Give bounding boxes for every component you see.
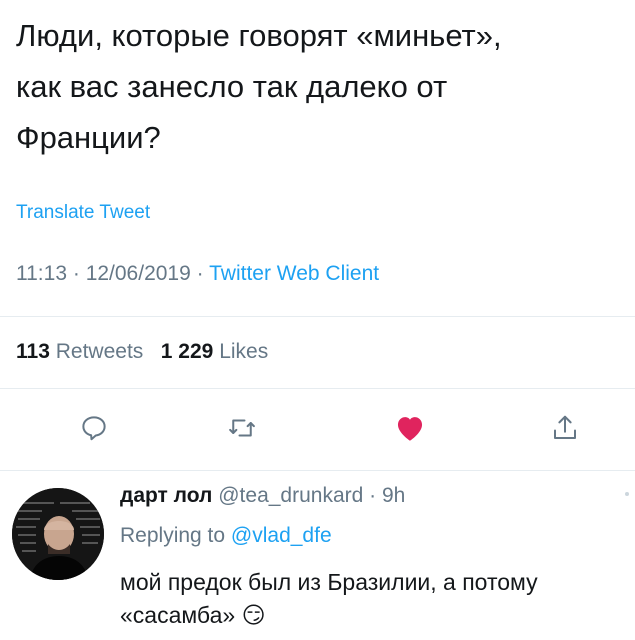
heart-icon	[397, 417, 423, 441]
likes-stat[interactable]: 1 229 Likes	[161, 340, 268, 363]
share-button[interactable]	[545, 408, 585, 448]
retweets-label: Retweets	[55, 340, 144, 363]
likes-label: Likes	[219, 340, 269, 363]
divider	[0, 388, 635, 389]
likes-count: 1 229	[160, 340, 214, 363]
replying-to: Replying to @vlad_dfe	[120, 524, 332, 548]
reply-text: мой предок был из Бразилии, а потому «са…	[120, 566, 630, 632]
smirk-emoji-icon: 😏	[241, 602, 266, 628]
meta-separator: ·	[369, 484, 377, 507]
avatar[interactable]	[12, 488, 104, 580]
meta-separator: ·	[196, 262, 204, 285]
tweet-client-link[interactable]: Twitter Web Client	[209, 262, 379, 285]
retweets-count: 113	[16, 340, 50, 363]
replying-handle-link[interactable]: @vlad_dfe	[231, 524, 332, 547]
avatar-image	[12, 488, 104, 580]
more-options-icon[interactable]	[625, 492, 629, 496]
divider	[0, 316, 635, 317]
translate-tweet-link[interactable]: Translate Tweet	[16, 202, 150, 224]
retweet-button[interactable]	[222, 408, 262, 448]
reply-author-name[interactable]: дарт лол	[120, 484, 212, 507]
reply-author-handle[interactable]: @tea_drunkard	[218, 484, 363, 507]
replying-prefix: Replying to	[120, 524, 226, 547]
share-icon	[554, 415, 576, 439]
tweet-actions	[0, 408, 635, 452]
reply-icon	[82, 416, 106, 441]
tweet-stats: 113 Retweets 1 229 Likes	[16, 340, 268, 364]
retweets-stat[interactable]: 113 Retweets	[16, 340, 143, 363]
meta-separator: ·	[72, 262, 80, 285]
retweet-icon	[229, 419, 255, 437]
reply-header: дарт лол @tea_drunkard · 9h	[120, 484, 405, 508]
tweet-meta: 11:13 · 12/06/2019 · Twitter Web Client	[16, 262, 379, 286]
tweet-text: Люди, которые говорят «миньет», как вас …	[16, 18, 502, 155]
tweet-time: 11:13	[16, 262, 67, 285]
like-button[interactable]	[390, 408, 430, 448]
reply-text-body: мой предок был из Бразилии, а потому «са…	[120, 569, 538, 628]
reply-time[interactable]: 9h	[382, 484, 405, 507]
divider	[0, 470, 635, 471]
tweet-date: 12/06/2019	[85, 262, 191, 285]
reply-button[interactable]	[74, 408, 114, 448]
